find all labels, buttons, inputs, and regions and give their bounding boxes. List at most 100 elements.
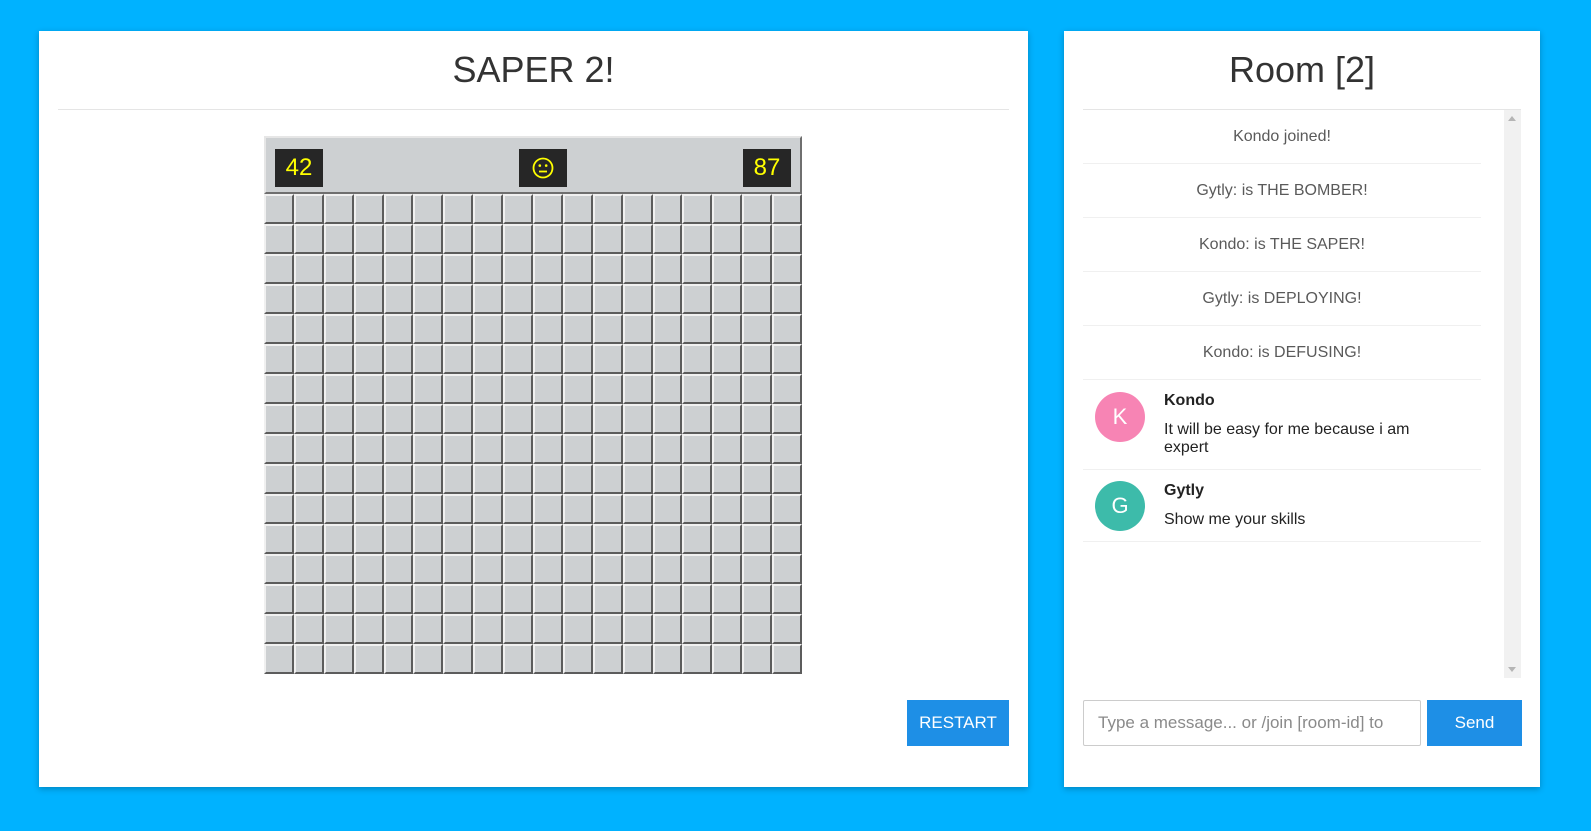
mine-cell[interactable]: [592, 644, 623, 674]
mine-cell[interactable]: [712, 374, 743, 404]
mine-cell[interactable]: [323, 614, 354, 644]
mine-cell[interactable]: [264, 554, 294, 584]
mine-cell[interactable]: [383, 194, 414, 224]
mine-cell[interactable]: [652, 224, 683, 254]
mine-cell[interactable]: [293, 584, 324, 614]
mine-cell[interactable]: [742, 194, 773, 224]
mine-cell[interactable]: [712, 524, 743, 554]
mine-cell[interactable]: [323, 224, 354, 254]
mine-cell[interactable]: [622, 254, 653, 284]
mine-cell[interactable]: [473, 404, 504, 434]
mine-cell[interactable]: [652, 194, 683, 224]
mine-cell[interactable]: [413, 584, 444, 614]
mine-cell[interactable]: [353, 194, 384, 224]
mine-cell[interactable]: [383, 344, 414, 374]
mine-cell[interactable]: [562, 224, 593, 254]
mine-cell[interactable]: [712, 584, 743, 614]
mine-cell[interactable]: [592, 524, 623, 554]
mine-cell[interactable]: [622, 464, 653, 494]
mine-cell[interactable]: [682, 314, 713, 344]
mine-cell[interactable]: [264, 254, 294, 284]
mine-cell[interactable]: [742, 464, 773, 494]
mine-cell[interactable]: [413, 314, 444, 344]
mine-cell[interactable]: [473, 614, 504, 644]
mine-cell[interactable]: [772, 314, 802, 344]
mine-cell[interactable]: [562, 374, 593, 404]
mine-cell[interactable]: [712, 644, 743, 674]
message-input[interactable]: [1083, 700, 1421, 746]
mine-cell[interactable]: [742, 404, 773, 434]
mine-cell[interactable]: [592, 584, 623, 614]
mine-cell[interactable]: [592, 494, 623, 524]
mine-cell[interactable]: [712, 314, 743, 344]
mine-cell[interactable]: [264, 224, 294, 254]
mine-cell[interactable]: [562, 284, 593, 314]
mine-cell[interactable]: [323, 344, 354, 374]
scroll-down-arrow-icon[interactable]: [1508, 667, 1516, 672]
mine-cell[interactable]: [353, 464, 384, 494]
mine-cell[interactable]: [622, 314, 653, 344]
mine-cell[interactable]: [413, 614, 444, 644]
mine-cell[interactable]: [293, 434, 324, 464]
mine-cell[interactable]: [622, 554, 653, 584]
mine-cell[interactable]: [383, 494, 414, 524]
mine-cell[interactable]: [413, 524, 444, 554]
mine-cell[interactable]: [443, 434, 474, 464]
mine-cell[interactable]: [592, 254, 623, 284]
mine-cell[interactable]: [353, 494, 384, 524]
mine-cell[interactable]: [742, 434, 773, 464]
mine-cell[interactable]: [652, 494, 683, 524]
mine-cell[interactable]: [533, 614, 563, 644]
mine-cell[interactable]: [323, 584, 354, 614]
mine-cell[interactable]: [293, 464, 324, 494]
mine-cell[interactable]: [652, 314, 683, 344]
mine-cell[interactable]: [772, 614, 802, 644]
mine-cell[interactable]: [533, 434, 563, 464]
mine-cell[interactable]: [533, 194, 563, 224]
mine-cell[interactable]: [503, 374, 533, 404]
mine-cell[interactable]: [293, 614, 324, 644]
mine-cell[interactable]: [592, 614, 623, 644]
mine-cell[interactable]: [533, 464, 563, 494]
mine-cell[interactable]: [293, 344, 324, 374]
mine-cell[interactable]: [383, 524, 414, 554]
mine-cell[interactable]: [592, 464, 623, 494]
mine-cell[interactable]: [652, 614, 683, 644]
mine-cell[interactable]: [443, 224, 474, 254]
mine-cell[interactable]: [443, 254, 474, 284]
mine-cell[interactable]: [413, 554, 444, 584]
mine-cell[interactable]: [682, 524, 713, 554]
mine-cell[interactable]: [383, 584, 414, 614]
mine-cell[interactable]: [383, 614, 414, 644]
mine-cell[interactable]: [443, 584, 474, 614]
send-button[interactable]: Send: [1427, 700, 1522, 746]
mine-cell[interactable]: [443, 494, 474, 524]
mine-cell[interactable]: [682, 284, 713, 314]
mine-cell[interactable]: [353, 344, 384, 374]
mine-cell[interactable]: [383, 374, 414, 404]
mine-cell[interactable]: [473, 434, 504, 464]
mine-cell[interactable]: [772, 344, 802, 374]
mine-cell[interactable]: [742, 224, 773, 254]
mine-cell[interactable]: [473, 344, 504, 374]
mine-cell[interactable]: [742, 494, 773, 524]
mine-cell[interactable]: [264, 404, 294, 434]
mine-cell[interactable]: [533, 254, 563, 284]
mine-cell[interactable]: [443, 644, 474, 674]
mine-cell[interactable]: [383, 314, 414, 344]
mine-cell[interactable]: [323, 464, 354, 494]
mine-cell[interactable]: [772, 194, 802, 224]
mine-cell[interactable]: [772, 224, 802, 254]
mine-cell[interactable]: [503, 614, 533, 644]
mine-cell[interactable]: [443, 554, 474, 584]
mine-cell[interactable]: [264, 494, 294, 524]
mine-cell[interactable]: [383, 554, 414, 584]
mine-cell[interactable]: [503, 494, 533, 524]
mine-cell[interactable]: [712, 554, 743, 584]
mine-cell[interactable]: [742, 554, 773, 584]
mine-cell[interactable]: [622, 584, 653, 614]
mine-cell[interactable]: [503, 404, 533, 434]
mine-cell[interactable]: [353, 524, 384, 554]
mine-cell[interactable]: [652, 464, 683, 494]
mine-cell[interactable]: [413, 644, 444, 674]
